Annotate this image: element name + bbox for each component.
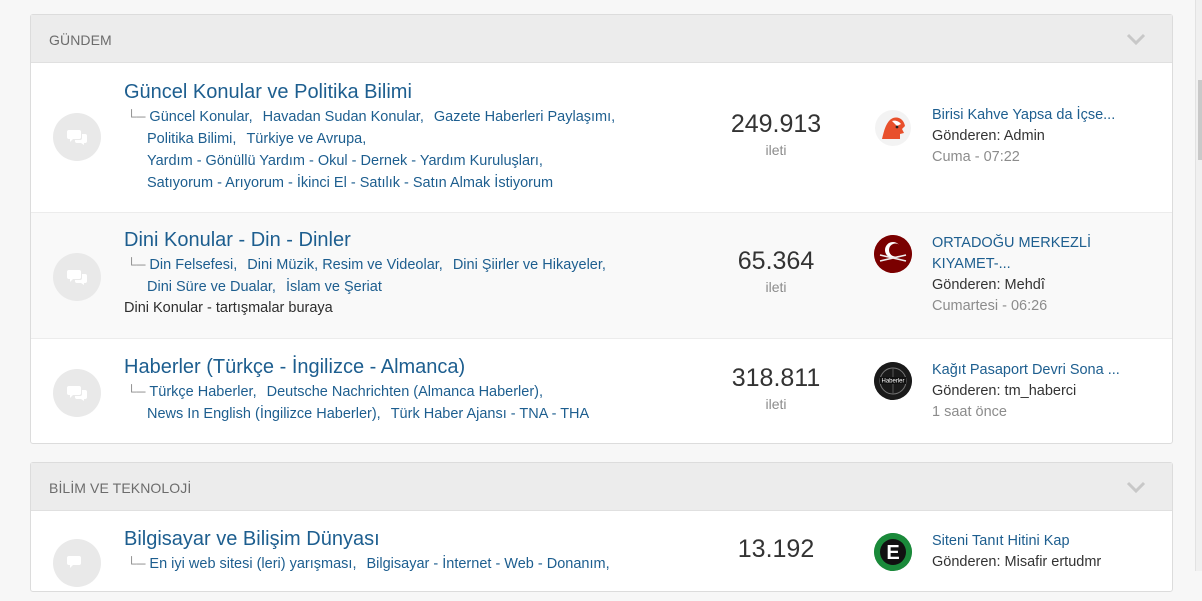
forum-title-link[interactable]: Güncel Konular ve Politika Bilimi [124, 81, 412, 104]
avatar-letter: E [886, 542, 899, 564]
subforum-link[interactable]: Dini Müzik, Resim ve Videolar, [247, 257, 443, 273]
subforum-link[interactable]: En iyi web sitesi (leri) yarışması, [149, 556, 356, 572]
last-post-time: Cumartesi - 06:26 [932, 298, 1048, 314]
post-count: 249.913 ileti [711, 110, 841, 158]
scrollbar-thumb[interactable] [1198, 80, 1202, 160]
subforum-link[interactable]: News In English (İngilizce Haberler), [147, 406, 381, 422]
chat-bubbles-icon [53, 539, 101, 587]
forum-title-link[interactable]: Haberler (Türkçe - İngilizce - Almanca) [124, 356, 465, 379]
subforum-link[interactable]: Politika Bilimi, [147, 131, 236, 147]
last-post-title-link[interactable]: Birisi Kahve Yapsa da İçse... [932, 105, 1132, 126]
tree-connector: └─ [127, 384, 146, 399]
category-title: GÜNDEM [49, 32, 112, 48]
last-post-title-link[interactable]: ORTADOĞU MERKEZLİ [932, 233, 1132, 254]
page-scrollbar[interactable] [1195, 0, 1202, 571]
subforum-link[interactable]: Din Felsefesi, [149, 257, 237, 273]
last-post-title-link[interactable]: Kağıt Pasaport Devri Sona ... [932, 360, 1132, 381]
subforum-list: └─ Din Felsefesi, Dini Müzik, Resim ve Vid… [127, 254, 647, 298]
subforum-list: └─ Güncel Konular, Havadan Sudan Konular, G… [127, 106, 647, 194]
tree-connector: └─ [127, 109, 146, 124]
forum-row: Dini Konular - Din - Dinler └─ Din Felsef… [31, 213, 1172, 339]
forum-row: Bilgisayar ve Bilişim Dünyası └─ En iyi w… [31, 511, 1172, 601]
last-post: Kağıt Pasaport Devri Sona ... Gönderen: … [932, 360, 1132, 423]
avatar[interactable]: Haberler [874, 362, 912, 400]
subforum-list: └─ Türkçe Haberler, Deutsche Nachrichten (… [127, 381, 647, 425]
category-block-bilim-teknoloji: BİLİM VE TEKNOLOJİ Bilgisayar ve Bilişim… [30, 462, 1173, 592]
subforum-line: Politika Bilimi, Türkiye ve Avrupa, [127, 128, 647, 150]
subforum-line: News In English (İngilizce Haberler), Tür… [127, 403, 647, 425]
subforum-link[interactable]: İslam ve Şeriat [286, 279, 382, 295]
last-post: Birisi Kahve Yapsa da İçse... Gönderen: … [932, 105, 1132, 168]
subforum-link[interactable]: Güncel Konular, [149, 109, 252, 125]
subforum-link[interactable]: Satıyorum - Arıyorum - İkinci El - Satıl… [147, 175, 553, 191]
subforum-line: Yardım - Gönüllü Yardım - Okul - Dernek … [127, 150, 647, 172]
subforum-link[interactable]: Türkçe Haberler, [149, 384, 256, 400]
last-post-author[interactable]: Gönderen: Mehdî [932, 275, 1132, 296]
post-count-number: 65.364 [737, 247, 815, 275]
category-header: GÜNDEM [31, 15, 1172, 63]
post-count: 318.811 ileti [711, 364, 841, 412]
last-post: ORTADOĞU MERKEZLİ KIYAMET-... Gönderen: … [932, 233, 1132, 317]
last-post-time: Cuma - 07:22 [932, 149, 1020, 165]
subforum-link[interactable]: Dini Süre ve Dualar, [147, 279, 276, 295]
forum-title-link[interactable]: Dini Konular - Din - Dinler [124, 229, 351, 252]
subforum-link[interactable]: Türk Haber Ajansı - TNA - THA [391, 406, 590, 422]
subforum-link[interactable]: Gazete Haberleri Paylaşımı, [434, 109, 615, 125]
subforum-link[interactable]: Yardım - Gönüllü Yardım - Okul - Dernek … [147, 153, 543, 169]
subforum-list: └─ En iyi web sitesi (leri) yarışması, Bil… [127, 553, 647, 575]
post-count-number: 318.811 [731, 364, 821, 392]
tree-connector: └─ [127, 556, 146, 571]
post-count: 13.192 [711, 535, 841, 564]
chevron-down-icon[interactable] [1126, 29, 1146, 49]
subforum-link[interactable]: Havadan Sudan Konular, [263, 109, 424, 125]
forum-row: Haberler (Türkçe - İngilizce - Almanca) … [31, 339, 1172, 443]
post-count-number: 249.913 [730, 110, 822, 138]
chat-bubbles-icon [53, 253, 101, 301]
forum-title-link[interactable]: Bilgisayar ve Bilişim Dünyası [124, 528, 380, 551]
category-block-gundem: GÜNDEM Güncel Konular ve Politika Bilimi… [30, 14, 1173, 444]
last-post-author[interactable]: Gönderen: Misafir ertudmr [932, 552, 1132, 573]
subforum-link[interactable]: Bilgisayar - İnternet - Web - Donanım, [367, 556, 610, 572]
last-post-title-link-cont[interactable]: KIYAMET-... [932, 254, 1132, 275]
forum-row: Güncel Konular ve Politika Bilimi └─ Günc… [31, 63, 1172, 213]
avatar[interactable] [874, 109, 912, 147]
avatar-logo-text: Haberler [881, 379, 904, 385]
post-count: 65.364 ileti [711, 247, 841, 295]
forum-description: Dini Konular - tartışmalar buraya [124, 300, 333, 316]
tree-connector: └─ [127, 257, 146, 272]
last-post-time: 1 saat önce [932, 404, 1007, 420]
category-header: BİLİM VE TEKNOLOJİ [31, 463, 1172, 511]
post-count-label: ileti [765, 142, 787, 158]
chat-bubbles-icon [53, 113, 101, 161]
post-count-label: ileti [765, 279, 787, 295]
chevron-down-icon[interactable] [1126, 477, 1146, 497]
last-post-author[interactable]: Gönderen: Admin [932, 126, 1132, 147]
avatar[interactable]: E [874, 533, 912, 571]
post-count-label: ileti [765, 396, 787, 412]
subforum-link[interactable]: Türkiye ve Avrupa, [246, 131, 366, 147]
subforum-line: Satıyorum - Arıyorum - İkinci El - Satıl… [127, 172, 647, 194]
subforum-line: Dini Süre ve Dualar, İslam ve Şeriat [127, 276, 647, 298]
last-post-title-link[interactable]: Siteni Tanıt Hitini Kap [932, 531, 1132, 552]
last-post-author[interactable]: Gönderen: tm_haberci [932, 381, 1132, 402]
last-post: Siteni Tanıt Hitini Kap Gönderen: Misafi… [932, 531, 1132, 573]
subforum-link[interactable]: Deutsche Nachrichten (Almanca Haberler), [267, 384, 543, 400]
subforum-link[interactable]: Dini Şiirler ve Hikayeler, [453, 257, 606, 273]
avatar[interactable] [874, 235, 912, 273]
chat-bubbles-icon [53, 369, 101, 417]
category-title: BİLİM VE TEKNOLOJİ [49, 480, 192, 496]
post-count-number: 13.192 [737, 535, 815, 563]
